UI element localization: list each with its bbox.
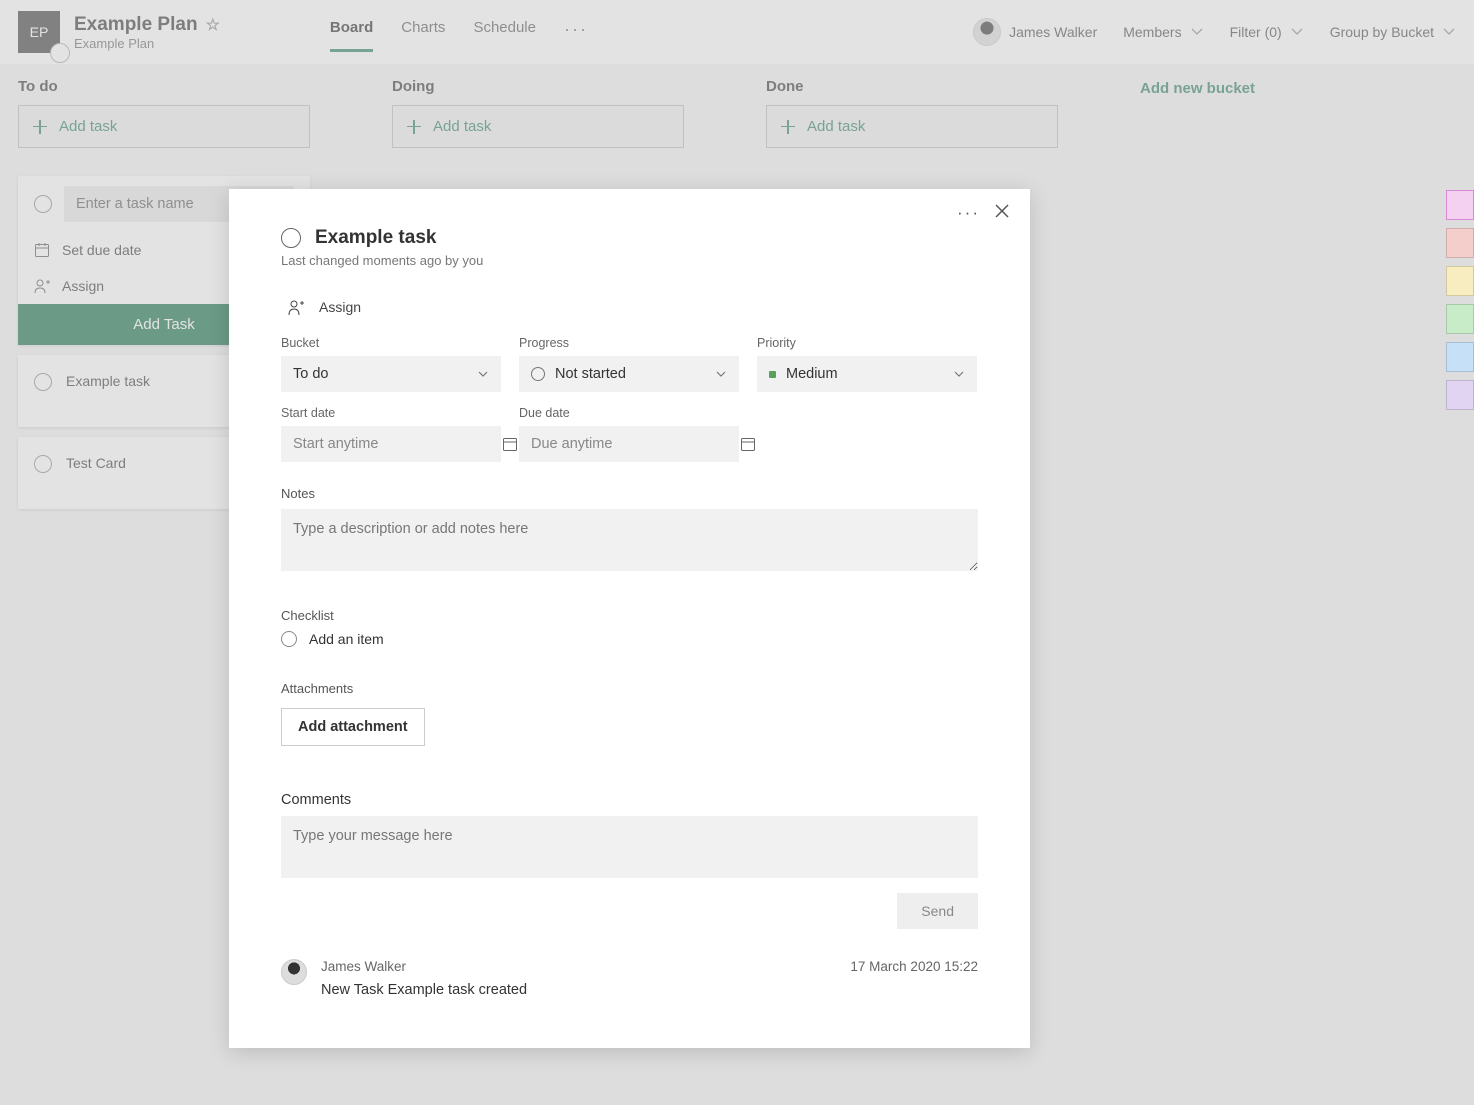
comment-textarea[interactable]: [281, 816, 978, 878]
chevron-down-icon: [477, 368, 489, 380]
modal-task-title[interactable]: Example task: [315, 227, 436, 249]
add-attachment-button[interactable]: Add attachment: [281, 708, 425, 746]
task-complete-toggle[interactable]: [281, 228, 301, 248]
assign-button[interactable]: Assign: [287, 298, 978, 316]
notes-textarea[interactable]: [281, 509, 978, 571]
checklist-circle-icon: [281, 631, 297, 647]
due-date-label: Due date: [519, 406, 739, 420]
checklist-add-label: Add an item: [309, 631, 384, 647]
label-yellow[interactable]: [1446, 266, 1474, 296]
more-actions-icon[interactable]: ···: [957, 203, 980, 223]
avatar-icon: [281, 959, 307, 985]
checklist-add-row[interactable]: Add an item: [281, 631, 978, 647]
bucket-select[interactable]: To do: [281, 356, 501, 392]
activity-text: New Task Example task created: [321, 982, 978, 998]
label-purple[interactable]: [1446, 380, 1474, 410]
start-date-field[interactable]: [281, 426, 501, 462]
close-icon[interactable]: [994, 203, 1010, 223]
due-date-field[interactable]: [519, 426, 739, 462]
start-date-label: Start date: [281, 406, 501, 420]
priority-select[interactable]: Medium: [757, 356, 977, 392]
due-date-input[interactable]: [519, 426, 730, 462]
notes-label: Notes: [281, 486, 978, 501]
priority-field-label: Priority: [757, 336, 977, 350]
label-blue[interactable]: [1446, 342, 1474, 372]
bucket-field-label: Bucket: [281, 336, 501, 350]
label-green[interactable]: [1446, 304, 1474, 334]
label-strip: [1446, 190, 1474, 410]
bucket-value: To do: [293, 366, 328, 382]
activity-entry: James Walker 17 March 2020 15:22 New Tas…: [281, 959, 978, 998]
task-detail-modal: ··· Example task Last changed moments ag…: [229, 189, 1030, 1048]
start-date-input[interactable]: [281, 426, 492, 462]
progress-circle-icon: [531, 367, 545, 381]
progress-field-label: Progress: [519, 336, 739, 350]
attachments-label: Attachments: [281, 681, 978, 696]
progress-select[interactable]: Not started: [519, 356, 739, 392]
send-button[interactable]: Send: [897, 893, 978, 929]
person-plus-icon: [287, 298, 305, 316]
modal-subtitle: Last changed moments ago by you: [281, 253, 978, 268]
activity-timestamp: 17 March 2020 15:22: [850, 959, 978, 974]
activity-author: James Walker: [321, 959, 406, 974]
label-red[interactable]: [1446, 228, 1474, 258]
chevron-down-icon: [953, 368, 965, 380]
progress-value: Not started: [555, 366, 626, 382]
chevron-down-icon: [715, 368, 727, 380]
priority-value: Medium: [786, 366, 838, 382]
assign-label: Assign: [319, 299, 361, 315]
calendar-icon[interactable]: [730, 436, 766, 452]
checklist-label: Checklist: [281, 608, 978, 623]
label-pink[interactable]: [1446, 190, 1474, 220]
comments-label: Comments: [281, 792, 978, 808]
priority-dot-icon: [769, 371, 776, 378]
